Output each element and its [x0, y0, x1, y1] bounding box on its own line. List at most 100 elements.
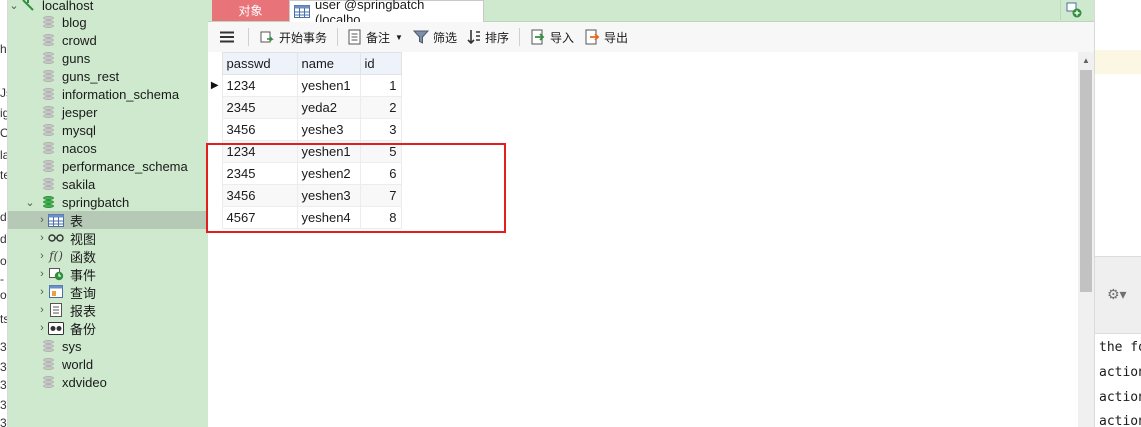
table-row[interactable]: 1234 yeshen1 5	[208, 140, 402, 163]
row-selector[interactable]	[208, 141, 222, 163]
table-row[interactable]: 4567 yeshen4 8	[208, 206, 402, 229]
tree-item-database[interactable]: sys	[8, 337, 208, 355]
clipped-text: 3	[0, 360, 7, 374]
column-header-passwd[interactable]: passwd	[221, 52, 298, 75]
tree-item-reports[interactable]: › 报表	[8, 301, 208, 319]
chevron-right-icon[interactable]: ›	[36, 232, 48, 244]
log-line: action	[1099, 414, 1141, 427]
tree-item-database-springbatch[interactable]: ⌄ springbatch	[8, 193, 208, 211]
cell-id[interactable]: 8	[359, 206, 402, 229]
clipped-text: d	[0, 210, 7, 224]
export-button[interactable]: 导出	[584, 29, 628, 46]
view-icon	[48, 231, 64, 245]
cell-id[interactable]: 3	[359, 118, 402, 141]
cell-name[interactable]: yeshen4	[296, 206, 361, 229]
tree-item-events[interactable]: › 事件	[8, 265, 208, 283]
column-header-name[interactable]: name	[296, 52, 361, 75]
tree-item-label: world	[62, 356, 94, 372]
row-selector[interactable]	[208, 207, 222, 229]
table-row[interactable]: 3456 yeshe3 3	[208, 118, 402, 141]
gear-icon[interactable]: ⚙▾	[1107, 286, 1127, 303]
vertical-scrollbar[interactable]: ▲	[1078, 52, 1094, 427]
database-icon	[40, 15, 56, 29]
cell-passwd[interactable]: 3456	[221, 184, 298, 207]
tree-connection-localhost[interactable]: ⌄ localhost	[8, 0, 208, 14]
tree-item-database[interactable]: xdvideo	[8, 373, 208, 391]
log-line: the fo	[1099, 340, 1141, 355]
scrollbar-thumb[interactable]	[1080, 70, 1092, 292]
tree-item-database[interactable]: blog	[8, 13, 208, 31]
cell-name[interactable]: yeshen1	[296, 74, 361, 97]
cell-passwd[interactable]: 1234	[221, 74, 298, 97]
tree-item-database[interactable]: crowd	[8, 31, 208, 49]
tree-item-label: 查询	[70, 285, 97, 301]
clipped-text: 3	[0, 398, 7, 412]
add-tab-icon	[1066, 2, 1082, 18]
table-row[interactable]: ▶ 1234 yeshen1 1	[208, 74, 402, 97]
sort-button[interactable]: 排序	[467, 29, 509, 46]
cell-passwd[interactable]: 2345	[221, 162, 298, 185]
row-selector[interactable]	[208, 185, 222, 207]
tab-user-table[interactable]: user @springbatch (localho...	[289, 0, 484, 27]
filter-button[interactable]: 筛选	[412, 29, 457, 46]
tree-item-database[interactable]: sakila	[8, 175, 208, 193]
table-row[interactable]: 3456 yeshen3 7	[208, 184, 402, 207]
chevron-right-icon[interactable]: ›	[36, 304, 48, 316]
scroll-up-icon[interactable]: ▲	[1078, 52, 1094, 68]
new-tab-button[interactable]	[1060, 0, 1086, 20]
chevron-down-icon[interactable]: ⌄	[8, 0, 20, 12]
chevron-right-icon[interactable]: ›	[36, 322, 48, 334]
cell-passwd[interactable]: 2345	[221, 96, 298, 119]
tree-item-tables[interactable]: › 表	[8, 211, 208, 229]
tree-item-database[interactable]: guns_rest	[8, 67, 208, 85]
memo-button[interactable]: 备注 ▼	[348, 29, 403, 46]
row-selector[interactable]	[208, 97, 222, 119]
row-selector[interactable]	[208, 163, 222, 185]
cell-name[interactable]: yeshe3	[296, 118, 361, 141]
toolbar-label: 导入	[549, 30, 574, 45]
table-row[interactable]: 2345 yeda2 2	[208, 96, 402, 119]
tree-item-database[interactable]: information_schema	[8, 85, 208, 103]
clipped-text: 3	[0, 378, 7, 392]
row-selector[interactable]	[208, 119, 222, 141]
cell-id[interactable]: 7	[359, 184, 402, 207]
menu-button[interactable]	[220, 31, 238, 43]
import-button[interactable]: 导入	[530, 29, 574, 46]
header-row: passwd name id	[208, 52, 402, 75]
tree-item-database[interactable]: world	[8, 355, 208, 373]
database-open-icon	[40, 195, 56, 209]
cell-passwd[interactable]: 4567	[221, 206, 298, 229]
tree-item-database[interactable]: mysql	[8, 121, 208, 139]
tree-item-database[interactable]: jesper	[8, 103, 208, 121]
tree-item-queries[interactable]: › 查询	[8, 283, 208, 301]
tree-item-label: sakila	[62, 176, 96, 192]
table-row[interactable]: 2345 yeshen2 6	[208, 162, 402, 185]
cell-name[interactable]: yeda2	[296, 96, 361, 119]
cell-name[interactable]: yeshen2	[296, 162, 361, 185]
chevron-right-icon[interactable]: ›	[36, 268, 48, 280]
chevron-down-icon[interactable]: ⌄	[24, 196, 36, 209]
tree-item-database[interactable]: guns	[8, 49, 208, 67]
tree-item-database[interactable]: performance_schema	[8, 157, 208, 175]
cell-name[interactable]: yeshen3	[296, 184, 361, 207]
cell-id[interactable]: 2	[359, 96, 402, 119]
tree-item-database[interactable]: nacos	[8, 139, 208, 157]
cell-id[interactable]: 6	[359, 162, 402, 185]
tree-item-views[interactable]: › 视图	[8, 229, 208, 247]
chevron-right-icon[interactable]: ›	[36, 250, 48, 262]
cell-passwd[interactable]: 3456	[221, 118, 298, 141]
log-line: action	[1099, 365, 1141, 380]
tree-item-functions[interactable]: › f() 函数	[8, 247, 208, 265]
cell-id[interactable]: 1	[359, 74, 402, 97]
chevron-right-icon[interactable]: ›	[36, 214, 48, 226]
cell-passwd[interactable]: 1234	[221, 140, 298, 163]
chevron-right-icon[interactable]: ›	[36, 286, 48, 298]
log-line: action	[1099, 390, 1141, 405]
begin-transaction-button[interactable]: 开始事务	[259, 29, 327, 46]
tree-item-label: localhost	[42, 0, 94, 13]
cell-id[interactable]: 5	[359, 140, 402, 163]
tree-item-backups[interactable]: › 备份	[8, 319, 208, 337]
tab-objects[interactable]: 对象	[212, 0, 289, 21]
column-header-id[interactable]: id	[359, 52, 402, 75]
cell-name[interactable]: yeshen1	[296, 140, 361, 163]
